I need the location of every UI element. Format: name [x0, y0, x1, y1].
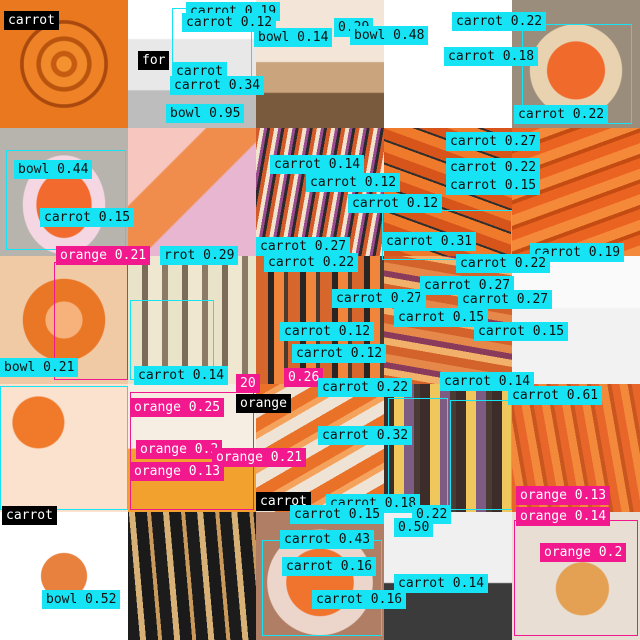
detection-label: carrot 0.16: [312, 590, 407, 609]
detection-label: carrot 0.15: [446, 176, 541, 195]
detection-label: carrot 0.14: [134, 366, 229, 385]
detection-label: carrot 0.43: [280, 530, 375, 549]
detection-label: orange 0.2: [136, 440, 223, 459]
detection-label: bowl 0.95: [166, 104, 245, 123]
detection-label: orange 0.21: [212, 448, 307, 467]
detection-label: carrot 0.12: [348, 194, 443, 213]
hanging-carrots-tile: [512, 256, 640, 384]
detection-label: carrot 0.61: [508, 386, 603, 405]
detection-label: carrot 0.14: [270, 155, 365, 174]
detection-label: carrot 0.22: [446, 158, 541, 177]
detection-label: orange 0.21: [56, 246, 151, 265]
detection-label: orange 0.25: [130, 398, 225, 417]
detection-label: rrot 0.29: [160, 246, 239, 265]
detection-label: carrot 0.15: [474, 322, 569, 341]
detection-label: carrot 0.34: [170, 76, 265, 95]
detection-label: carrot 0.22: [452, 12, 547, 31]
detection-label: 0.50: [394, 518, 434, 537]
detection-label: carrot 0.22: [264, 253, 359, 272]
detection-label: carrot 0.32: [318, 426, 413, 445]
lunchbox-tile: [128, 128, 256, 256]
plate-tile: [0, 512, 128, 640]
detection-label: carrot: [2, 506, 57, 525]
detection-label: bowl 0.21: [0, 358, 79, 377]
detection-label: carrot 0.27: [458, 290, 553, 309]
detection-label: carrot 0.14: [394, 574, 489, 593]
detection-label: carrot 0.27: [332, 289, 427, 308]
detection-label: orange 0.13: [516, 486, 611, 505]
detection-label: orange 0.2: [540, 543, 627, 562]
detection-label: carrot 0.15: [40, 208, 135, 227]
detection-label: orange 0.14: [516, 507, 611, 526]
detection-label: bowl 0.52: [42, 590, 121, 609]
detection-collage: carrot carrot 0.19 carrot 0.12 0.29 bowl…: [0, 0, 640, 640]
detection-label: carrot 0.22: [318, 378, 413, 397]
detection-box: [0, 386, 128, 510]
detection-box: [514, 520, 638, 636]
detection-label: bowl 0.44: [14, 160, 93, 179]
detection-label: bowl 0.48: [350, 26, 429, 45]
detection-label: orange: [236, 394, 291, 413]
detection-label: for: [138, 51, 170, 70]
detection-label: carrot 0.12: [292, 344, 387, 363]
detection-box: [262, 540, 382, 636]
detection-label: carrot 0.16: [282, 557, 377, 576]
detection-label: carrot 0.12: [280, 322, 375, 341]
detection-label: 20: [236, 374, 260, 393]
detection-label: carrot 0.22: [456, 254, 551, 273]
detection-label: orange 0.13: [130, 462, 225, 481]
detection-label: carrot 0.22: [514, 105, 609, 124]
detection-box: [388, 398, 448, 508]
detection-label: carrot 0.15: [290, 505, 385, 524]
detection-box: [450, 400, 512, 510]
detection-label: carrot 0.18: [444, 47, 539, 66]
detection-label: carrot 0.31: [382, 232, 477, 251]
dark-carrots-tile: [128, 512, 256, 640]
detection-label: bowl 0.14: [254, 28, 333, 47]
detection-label: carrot 0.27: [446, 132, 541, 151]
detection-label: carrot: [4, 11, 59, 30]
detection-label: carrot 0.12: [306, 173, 401, 192]
grill-tile: [256, 256, 384, 384]
